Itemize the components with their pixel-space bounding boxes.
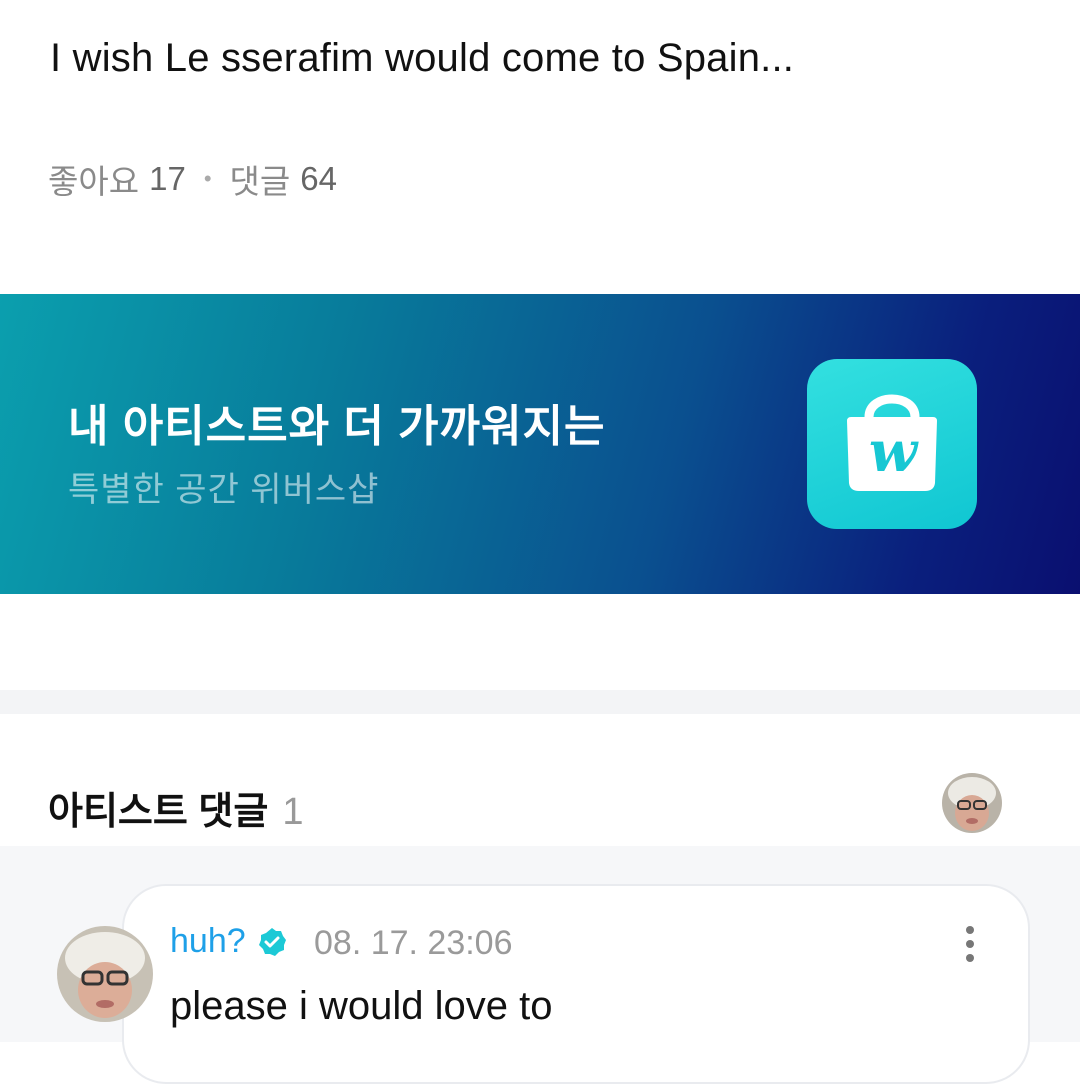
comment-author-name[interactable]: huh?: [170, 922, 246, 961]
stats-separator: •: [203, 166, 212, 191]
artist-comments-title: 아티스트 댓글: [48, 791, 269, 833]
post-stats: 좋아요 17 • 댓글 64: [48, 155, 337, 203]
comment-author-avatar[interactable]: [57, 926, 153, 1022]
comments-label[interactable]: 댓글: [230, 155, 291, 203]
verified-badge-icon: [256, 926, 288, 958]
comment-author[interactable]: huh?: [170, 922, 288, 961]
likes-label[interactable]: 좋아요: [48, 155, 139, 203]
weverse-shop-banner[interactable]: 내 아티스트와 더 가까워지는 특별한 공간 위버스샵 w: [0, 294, 1080, 594]
banner-subtitle: 특별한 공간 위버스샵: [68, 471, 380, 509]
comment-text: please i would love to: [170, 984, 553, 1028]
post-body: I wish Le sserafim would come to Spain..…: [50, 36, 795, 80]
bag-letter: w: [869, 419, 919, 485]
section-divider: [0, 690, 1080, 714]
artist-comments-header: 아티스트 댓글 1: [48, 780, 303, 835]
artist-comments-count: 1: [282, 791, 304, 833]
more-options-icon[interactable]: [955, 922, 985, 964]
comment-timestamp: 08. 17. 23:06: [314, 924, 513, 962]
banner-title: 내 아티스트와 더 가까워지는: [68, 402, 606, 451]
likes-count[interactable]: 17: [149, 160, 186, 198]
artist-avatar[interactable]: [942, 773, 1002, 833]
comments-count[interactable]: 64: [300, 160, 337, 198]
weverse-shop-bag-icon: w: [807, 359, 977, 529]
